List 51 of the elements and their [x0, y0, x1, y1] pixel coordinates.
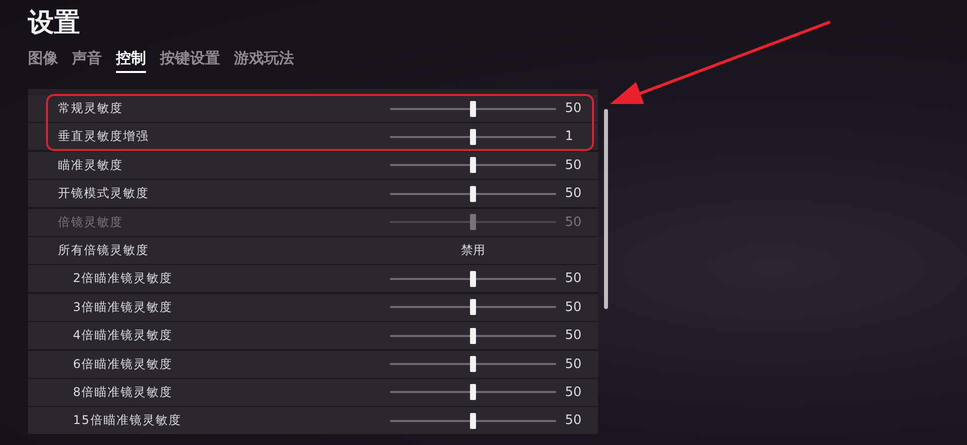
- slider-thumb[interactable]: [470, 412, 476, 429]
- slider[interactable]: [390, 328, 556, 344]
- slider[interactable]: [390, 384, 556, 400]
- slider-thumb[interactable]: [470, 328, 476, 344]
- tab[interactable]: 游戏玩法: [234, 48, 294, 73]
- slider[interactable]: [390, 128, 556, 145]
- slider-value: 50: [565, 101, 583, 116]
- slider-thumb[interactable]: [470, 356, 476, 372]
- setting-label: 2倍瞄准镜灵敏度: [73, 270, 174, 288]
- slider-thumb[interactable]: [470, 128, 476, 145]
- option-value[interactable]: 禁用: [390, 242, 556, 259]
- slider-value: 50: [565, 158, 583, 173]
- tab[interactable]: 按键设置: [160, 48, 220, 73]
- slider[interactable]: [390, 412, 556, 429]
- setting-label: 8倍瞄准镜灵敏度: [73, 384, 174, 401]
- slider-thumb[interactable]: [470, 186, 476, 202]
- slider-value: 50: [565, 384, 583, 400]
- slider-thumb[interactable]: [470, 299, 476, 316]
- tab[interactable]: 控制: [116, 48, 146, 73]
- slider-value: 50: [565, 328, 583, 344]
- setting-label: 所有倍镜灵敏度: [58, 242, 150, 259]
- slider-value: 50: [565, 214, 583, 230]
- slider-value: 50: [565, 413, 583, 428]
- setting-label: 15倍瞄准镜灵敏度: [73, 412, 182, 430]
- slider[interactable]: [390, 356, 556, 372]
- tab[interactable]: 声音: [72, 48, 102, 73]
- setting-label: 倍镜灵敏度: [58, 214, 124, 231]
- slider[interactable]: [390, 157, 556, 174]
- slider-value: 50: [565, 186, 583, 202]
- slider-thumb[interactable]: [470, 157, 476, 174]
- scrollbar[interactable]: [604, 109, 608, 309]
- setting-label: 垂直灵敏度增强: [58, 128, 150, 146]
- slider-thumb[interactable]: [470, 270, 476, 287]
- setting-label: 开镜模式灵敏度: [58, 185, 150, 202]
- slider-value: 50: [565, 271, 583, 286]
- slider-value: 50: [565, 356, 583, 372]
- setting-label: 3倍瞄准镜灵敏度: [73, 298, 174, 316]
- slider-thumb[interactable]: [470, 100, 476, 116]
- slider[interactable]: [390, 270, 556, 287]
- setting-label: 瞄准灵敏度: [58, 156, 124, 174]
- setting-label: 4倍瞄准镜灵敏度: [73, 327, 174, 344]
- slider-value: 1: [565, 129, 574, 144]
- slider[interactable]: [390, 299, 556, 316]
- setting-label: 常规灵敏度: [58, 100, 124, 117]
- slider[interactable]: [390, 100, 556, 116]
- slider[interactable]: [390, 186, 556, 202]
- tab[interactable]: 图像: [28, 48, 58, 73]
- setting-label: 6倍瞄准镜灵敏度: [73, 356, 174, 373]
- slider-value: 50: [565, 300, 583, 315]
- page-title: 设置: [28, 7, 81, 40]
- slider-thumb[interactable]: [470, 384, 476, 400]
